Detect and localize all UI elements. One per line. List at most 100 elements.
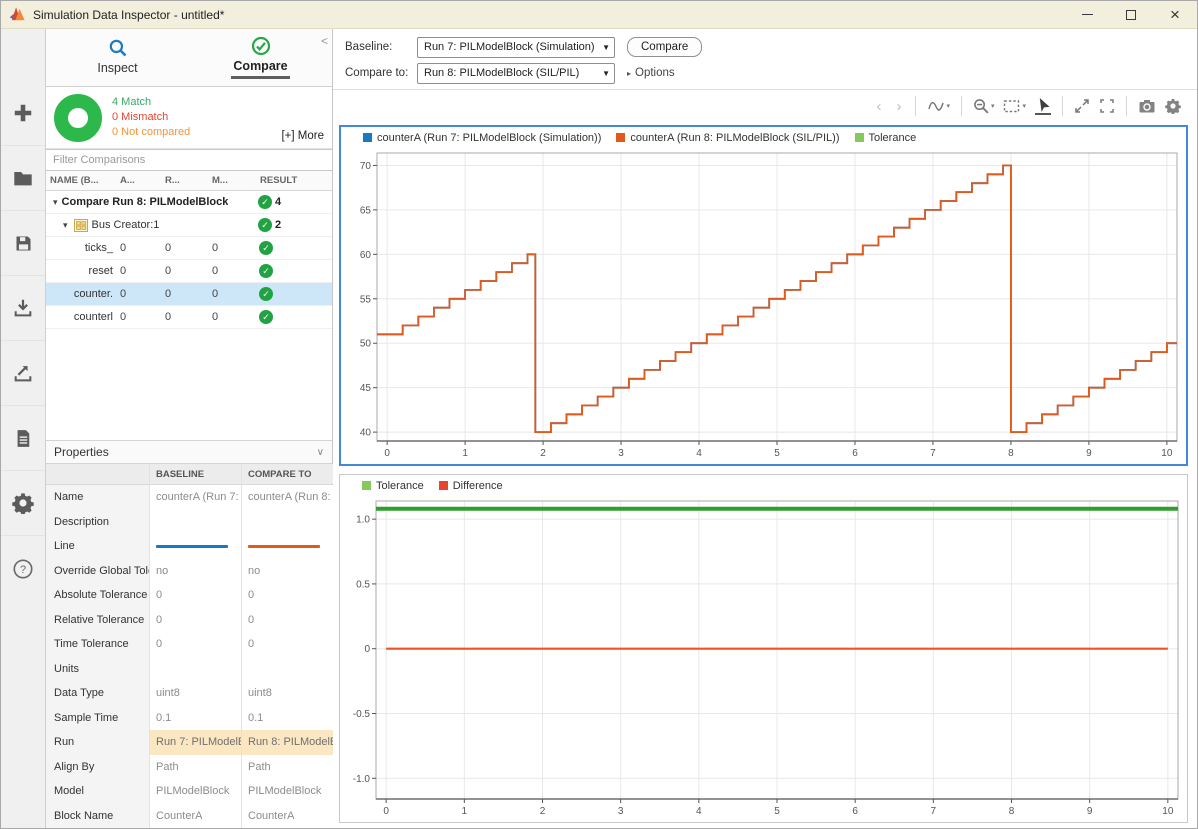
close-button[interactable]: × [1153, 1, 1197, 28]
fit-to-view-button[interactable] [1074, 98, 1090, 114]
col-header-name[interactable]: NAME (B... [46, 175, 116, 186]
tab-inspect[interactable]: Inspect [46, 29, 189, 86]
col-header-abs[interactable]: A... [116, 175, 161, 186]
signal-chart-plot[interactable]: 01234567891040455055606570 [341, 148, 1186, 464]
compare-check-icon [251, 36, 271, 56]
signal-wave-icon [927, 98, 945, 114]
options-expander[interactable]: ▸ Options [627, 67, 675, 79]
result-cell: ✓ [256, 241, 332, 255]
legend-item[interactable]: Tolerance [362, 480, 424, 492]
properties-header[interactable]: Properties ∨ [46, 440, 332, 464]
new-run-button[interactable] [1, 81, 45, 146]
filter-input[interactable] [46, 149, 332, 171]
comparison-row[interactable]: counter.000✓ [46, 283, 332, 306]
minimize-button[interactable] [1065, 1, 1109, 28]
signal-cursor-button[interactable]: ▾ [927, 98, 950, 114]
property-row[interactable]: Block NameCounterACounterA [46, 804, 332, 829]
compare-button[interactable]: Compare [627, 37, 702, 57]
preferences-button[interactable] [1, 471, 45, 536]
property-row[interactable]: Align ByPathPath [46, 755, 332, 780]
max-diff-value: 0 [208, 311, 256, 323]
svg-text:65: 65 [360, 205, 372, 216]
report-icon [13, 428, 33, 449]
signal-chart-panel[interactable]: counterA (Run 7: PILModelBlock (Simulati… [339, 125, 1188, 466]
legend-label: counterA (Run 8: PILModelBlock (SIL/PIL)… [630, 132, 839, 144]
tab-inspect-label: Inspect [95, 61, 139, 78]
comparison-row[interactable]: ▾Bus Creator:1✓2 [46, 214, 332, 237]
minimize-icon [1082, 14, 1093, 16]
legend-item[interactable]: Tolerance [855, 132, 917, 144]
fullscreen-button[interactable] [1099, 98, 1115, 114]
nav-back-button[interactable]: ‹ [873, 99, 884, 114]
comparison-row[interactable]: reset000✓ [46, 260, 332, 283]
col-header-rel[interactable]: R... [161, 175, 208, 186]
property-compare-value [241, 657, 333, 682]
zoom-button[interactable]: ▾ [973, 98, 995, 115]
property-row[interactable]: Sample Time0.10.1 [46, 706, 332, 731]
property-row[interactable]: Line [46, 534, 332, 559]
compare-to-dropdown[interactable]: Run 8: PILModelBlock (SIL/PIL) ▼ [417, 63, 615, 84]
property-compare-value: CounterA [241, 804, 333, 829]
title-bar: Simulation Data Inspector - untitled* × [1, 1, 1197, 29]
property-row[interactable]: Description [46, 510, 332, 535]
app-window: Simulation Data Inspector - untitled* × [0, 0, 1198, 829]
create-report-button[interactable] [1, 406, 45, 471]
legend-item[interactable]: Difference [439, 480, 503, 492]
legend-item[interactable]: counterA (Run 7: PILModelBlock (Simulati… [363, 132, 601, 144]
col-header-result[interactable]: RESULT [256, 175, 332, 186]
difference-chart-plot[interactable]: 012345678910-1.0-0.500.51.0 [340, 496, 1187, 822]
property-col-header [46, 464, 149, 484]
property-baseline-value: 0 [149, 583, 241, 608]
more-link[interactable]: [+] More [281, 130, 324, 142]
property-compare-value [241, 510, 333, 535]
comparison-row[interactable]: ▾Compare Run 8: PILModelBlock✓4 [46, 191, 332, 214]
rel-tolerance-value: 0 [161, 288, 208, 300]
svg-text:10: 10 [1161, 448, 1173, 459]
property-row[interactable]: ModelPILModelBlockPILModelBlock [46, 779, 332, 804]
import-button[interactable] [1, 276, 45, 341]
compare-line-swatch [248, 545, 320, 548]
svg-text:1: 1 [462, 448, 468, 459]
open-button[interactable] [1, 146, 45, 211]
property-row[interactable]: NamecounterA (Run 7: PILModelBlock (Simu… [46, 485, 332, 510]
expander-icon[interactable]: ▾ [53, 197, 58, 208]
col-header-max[interactable]: M... [208, 175, 256, 186]
row-name: counterl [46, 311, 116, 323]
property-row[interactable]: Relative Tolerance00 [46, 608, 332, 633]
difference-chart-panel[interactable]: Tolerance Difference 012345678910-1.0-0.5… [339, 474, 1188, 823]
baseline-dropdown[interactable]: Run 7: PILModelBlock (Simulation) ▼ [417, 37, 615, 58]
expander-icon[interactable]: ▾ [63, 220, 68, 231]
property-label: Relative Tolerance [46, 608, 149, 633]
pointer-tool-button[interactable] [1035, 97, 1051, 116]
help-button[interactable]: ? [1, 536, 45, 601]
property-row[interactable]: Time Tolerance00 [46, 632, 332, 657]
svg-text:10: 10 [1162, 806, 1174, 817]
rect-zoom-button[interactable]: ▾ [1003, 99, 1026, 114]
row-name: ticks_ [46, 242, 116, 254]
property-row[interactable]: Units [46, 657, 332, 682]
comparison-row[interactable]: counterl000✓ [46, 306, 332, 329]
snapshot-button[interactable] [1138, 98, 1156, 114]
collapse-panel-button[interactable]: < [321, 35, 328, 47]
property-row[interactable]: Data Typeuint8uint8 [46, 681, 332, 706]
baseline-col-header: BASELINE [149, 464, 241, 484]
property-row[interactable]: Absolute Tolerance00 [46, 583, 332, 608]
svg-text:1.0: 1.0 [356, 515, 370, 526]
property-compare-value: Run 8: PILModelBlock [241, 730, 333, 755]
svg-text:4: 4 [696, 448, 702, 459]
maximize-button[interactable] [1109, 1, 1153, 28]
export-button[interactable] [1, 341, 45, 406]
property-compare-value: 0 [241, 632, 333, 657]
legend-item[interactable]: counterA (Run 8: PILModelBlock (SIL/PIL)… [616, 132, 839, 144]
chart-toolbar: ‹ › ▾ ▾ [333, 89, 1197, 122]
property-row[interactable]: Override Global Tolerancenono [46, 559, 332, 584]
abs-tolerance-value: 0 [116, 242, 161, 254]
svg-text:3: 3 [618, 806, 624, 817]
property-row[interactable]: RunRun 7: PILModelBlockRun 8: PILModelBl… [46, 730, 332, 755]
nav-forward-button[interactable]: › [893, 99, 904, 114]
chart-settings-button[interactable] [1165, 98, 1181, 114]
tab-compare[interactable]: Compare [189, 29, 332, 86]
save-button[interactable] [1, 211, 45, 276]
svg-text:70: 70 [360, 161, 372, 172]
comparison-row[interactable]: ticks_000✓ [46, 237, 332, 260]
